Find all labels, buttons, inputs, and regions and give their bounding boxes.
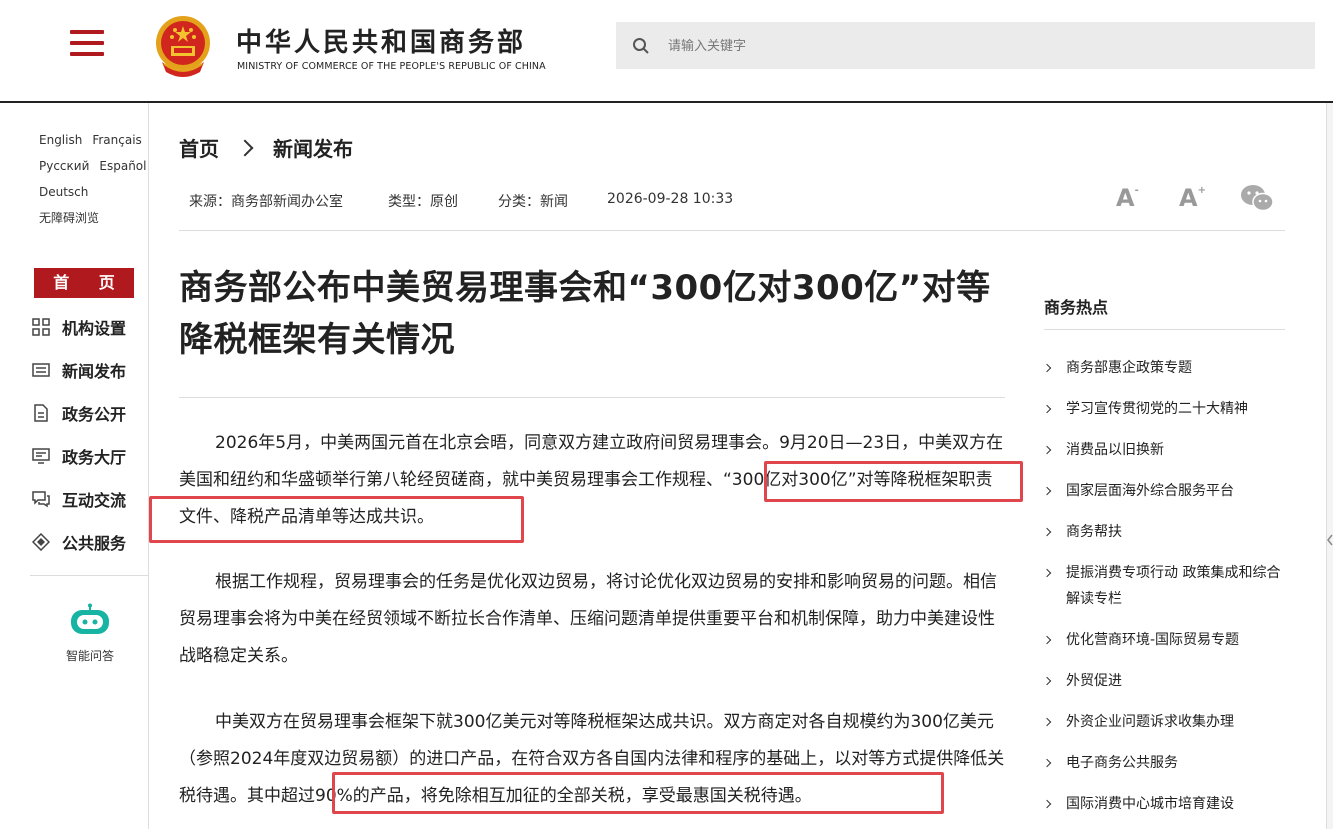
service-icon bbox=[32, 532, 50, 551]
nav-label: 政务大厅 bbox=[62, 447, 127, 467]
hot-topic-item[interactable]: 商务帮扶 bbox=[1044, 519, 1289, 545]
document-icon bbox=[34, 403, 48, 422]
nav-item-service-hall[interactable]: 政务大厅 bbox=[32, 434, 126, 477]
lang-spanish[interactable]: Español bbox=[99, 159, 146, 173]
hot-topic-item[interactable]: 消费品以旧换新 bbox=[1044, 437, 1289, 463]
article-paragraph-1: 2026年5月，中美两国元首在北京会晤，同意双方建立政府间贸易理事会。9月20日… bbox=[179, 433, 1004, 527]
hot-topic-item[interactable]: 外贸促进 bbox=[1044, 668, 1289, 694]
left-sidebar: English Français Русский Español Deutsch 无… bbox=[0, 103, 149, 829]
meta-type: 类型：原创 bbox=[388, 194, 458, 210]
hot-topic-item[interactable]: 外资企业问题诉求收集办理 bbox=[1044, 709, 1289, 735]
site-subtitle: MINISTRY OF COMMERCE OF THE PEOPLE'S REP… bbox=[237, 61, 546, 72]
article-paragraph-2: 根据工作规程，贸易理事会的任务是优化双边贸易，将讨论优化双边贸易的安排和影响贸易… bbox=[179, 572, 997, 666]
hall-icon bbox=[32, 447, 50, 464]
hot-topic-item[interactable]: 国家层面海外综合服务平台 bbox=[1044, 478, 1289, 504]
search-icon[interactable] bbox=[632, 37, 650, 55]
hot-topic-item[interactable]: 提振消费专项行动 政策集成和综合解读专栏 bbox=[1044, 560, 1289, 612]
nav-label: 新闻发布 bbox=[62, 361, 127, 381]
ai-assistant-label: 智能问答 bbox=[65, 649, 114, 663]
hot-topic-item[interactable]: 电子商务公共服务 bbox=[1044, 750, 1289, 776]
hot-topic-item[interactable]: 学习宣传贯彻党的二十大精神 bbox=[1044, 396, 1289, 422]
breadcrumb: 首页 新闻发布 bbox=[179, 133, 353, 162]
news-icon bbox=[32, 362, 50, 377]
lang-russian[interactable]: Русский bbox=[39, 159, 89, 173]
hot-topic-item[interactable]: 国际消费中心城市培育建设 bbox=[1044, 791, 1289, 817]
hot-topic-item[interactable]: 商务部惠企政策专题 bbox=[1044, 355, 1289, 381]
title-divider bbox=[179, 397, 1005, 398]
nav-label: 政务公开 bbox=[62, 404, 127, 424]
nav-home[interactable]: 首 页 bbox=[34, 268, 134, 298]
site-header: 中华人民共和国商务部 MINISTRY OF COMMERCE OF THE P… bbox=[0, 0, 1333, 103]
font-increase-icon[interactable]: A+ bbox=[1179, 184, 1206, 212]
hot-topics-divider bbox=[1044, 329, 1285, 330]
meta-datetime: 2026-09-28 10:33 bbox=[607, 191, 734, 207]
site-title[interactable]: 中华人民共和国商务部 bbox=[236, 22, 526, 59]
nav-item-interaction[interactable]: 互动交流 bbox=[32, 477, 126, 520]
nav-item-organization[interactable]: 机构设置 bbox=[32, 305, 126, 348]
search-input[interactable] bbox=[666, 32, 1290, 61]
hot-topics-title: 商务热点 bbox=[1044, 298, 1109, 317]
article-meta: 来源：商务部新闻办公室 类型：原创 分类：新闻 2026-09-28 10:33… bbox=[179, 178, 1285, 231]
hot-topics-list: 商务部惠企政策专题 学习宣传贯彻党的二十大精神 消费品以旧换新 国家层面海外综合… bbox=[1044, 355, 1289, 832]
nav-label: 互动交流 bbox=[62, 490, 127, 510]
chevron-left-icon[interactable] bbox=[1327, 520, 1333, 560]
accessibility-link[interactable]: 无障碍浏览 bbox=[39, 211, 99, 225]
national-emblem-icon bbox=[156, 16, 210, 77]
font-decrease-icon[interactable]: A- bbox=[1116, 184, 1139, 212]
nav-label: 公共服务 bbox=[62, 533, 127, 553]
lang-french[interactable]: Français bbox=[92, 133, 141, 147]
menu-icon[interactable] bbox=[70, 30, 104, 58]
robot-icon bbox=[71, 603, 109, 634]
chat-icon bbox=[32, 490, 50, 507]
language-switcher: English Français Русский Español Deutsch 无… bbox=[39, 127, 156, 231]
lang-english[interactable]: English bbox=[39, 133, 82, 147]
nav-item-news[interactable]: 新闻发布 bbox=[32, 348, 126, 391]
nav-label: 机构设置 bbox=[62, 318, 127, 338]
ai-assistant-button[interactable]: 智能问答 bbox=[58, 603, 122, 664]
org-grid-icon bbox=[32, 317, 50, 336]
search-box[interactable] bbox=[616, 22, 1315, 69]
hot-topic-item[interactable]: 优化营商环境-国际贸易专题 bbox=[1044, 627, 1289, 653]
nav-item-public-affairs[interactable]: 政务公开 bbox=[32, 391, 126, 434]
page-scrollbar[interactable] bbox=[1326, 103, 1333, 829]
wechat-share-icon[interactable] bbox=[1240, 184, 1274, 212]
breadcrumb-home[interactable]: 首页 bbox=[179, 133, 219, 162]
lang-german[interactable]: Deutsch bbox=[39, 185, 88, 199]
sidebar-divider bbox=[30, 575, 148, 576]
meta-source: 来源：商务部新闻办公室 bbox=[189, 194, 343, 210]
chevron-right-icon bbox=[236, 139, 254, 156]
nav-item-public-service[interactable]: 公共服务 bbox=[32, 520, 126, 563]
main-nav: 机构设置 新闻发布 政务公开 政务大厅 互动交流 公共服务 bbox=[32, 305, 126, 563]
article-title: 商务部公布中美贸易理事会和“300亿对300亿”对等降税框架有关情况 bbox=[179, 268, 991, 360]
breadcrumb-current[interactable]: 新闻发布 bbox=[273, 133, 353, 162]
article-paragraph-3: 中美双方在贸易理事会框架下就300亿美元对等降税框架达成共识。双方商定对各自规模… bbox=[179, 712, 1005, 806]
meta-category: 分类：新闻 bbox=[498, 194, 568, 210]
